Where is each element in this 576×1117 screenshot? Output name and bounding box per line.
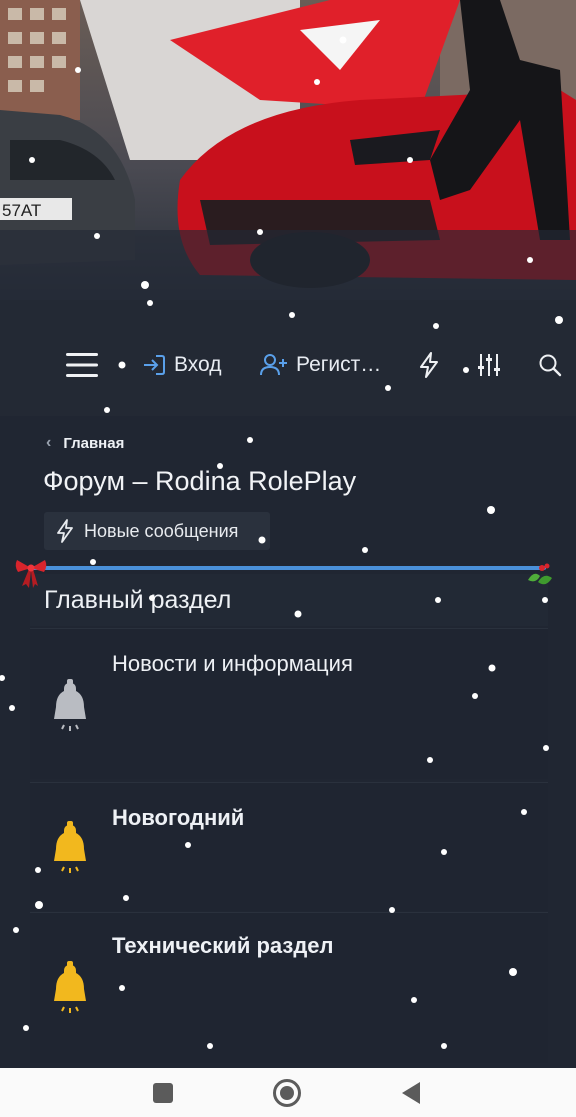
forum-node[interactable]: Технический раздел [30, 912, 548, 1063]
search-button[interactable] [538, 330, 562, 400]
breadcrumb[interactable]: ‹ Главная [46, 433, 124, 453]
add-user-icon [260, 354, 287, 376]
whats-new-button[interactable] [419, 330, 439, 400]
chevron-left-icon: ‹ [46, 434, 52, 451]
lightning-icon [57, 519, 73, 543]
login-link[interactable]: Вход [142, 330, 222, 400]
bell-icon [54, 961, 86, 1013]
back-triangle-icon [402, 1081, 420, 1104]
square-icon [153, 1082, 173, 1103]
section-divider [32, 566, 546, 570]
section-title: Главный раздел [44, 586, 232, 614]
node-title[interactable]: Технический раздел [112, 933, 334, 959]
back-button[interactable] [400, 1068, 422, 1117]
top-navbar: Вход Регист… [0, 330, 576, 400]
recent-apps-button[interactable] [152, 1068, 174, 1117]
bell-icon [54, 821, 86, 873]
menu-button[interactable] [66, 330, 98, 400]
node-title[interactable]: Новогодний [112, 805, 244, 831]
ribbon-bow-icon [15, 560, 47, 588]
forum-node[interactable]: Новости и информация [30, 628, 548, 779]
system-navigation-bar [0, 1068, 576, 1117]
new-posts-button[interactable]: Новые сообщения [44, 512, 270, 550]
login-icon [144, 355, 165, 375]
register-link[interactable]: Регист… [260, 330, 381, 400]
filters-button[interactable] [478, 330, 500, 400]
home-button[interactable] [272, 1068, 302, 1117]
hamburger-icon [66, 353, 98, 377]
breadcrumb-label: Главная [63, 434, 125, 452]
forum-node[interactable]: Новогодний [30, 782, 548, 911]
search-icon [539, 354, 562, 377]
license-plate: 57АТ [2, 201, 41, 220]
sliders-icon [478, 354, 500, 376]
node-title[interactable]: Новости и информация [112, 651, 353, 677]
login-label: Вход [174, 353, 222, 376]
home-circle-icon [273, 1078, 301, 1107]
lightning-icon [420, 352, 438, 378]
new-posts-label: Новые сообщения [84, 520, 239, 541]
register-label: Регист… [296, 353, 382, 376]
bell-icon [54, 679, 86, 731]
holly-icon [528, 563, 552, 585]
page-title: Форум – Rodina RolePlay [43, 466, 357, 496]
